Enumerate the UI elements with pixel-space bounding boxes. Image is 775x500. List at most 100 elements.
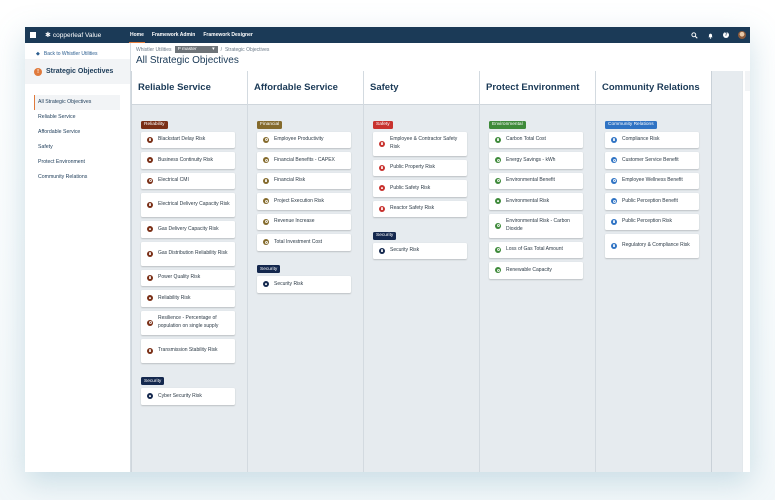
breadcrumb: Whistler Utilities P master ▾ / Strategi… (136, 46, 269, 53)
app-grid-icon[interactable] (25, 31, 41, 39)
objective-label: Public Safety Risk (390, 184, 431, 191)
objective-group: Security Security Risk (257, 257, 354, 293)
objective-card[interactable]: Project Execution Risk (257, 193, 351, 210)
risk-icon (263, 281, 269, 288)
sidebar-section-header: ! Strategic Objectives (25, 59, 130, 84)
calendar-icon[interactable]: ▢ (745, 111, 750, 131)
objective-card[interactable]: Public Safety Risk (373, 180, 467, 197)
leaf-icon: ✱ (45, 32, 51, 39)
objective-card[interactable]: Environmental Benefit (489, 172, 583, 189)
objective-card[interactable]: Energy Savings - kWh (489, 152, 583, 169)
objective-label: Energy Savings - kWh (506, 156, 556, 163)
help-icon[interactable]: ? (722, 31, 730, 39)
objective-card[interactable]: Environmental Risk - Carbon Dioxide (489, 213, 583, 238)
objective-card[interactable]: Regulatory & Compliance Risk (605, 234, 699, 258)
objective-card[interactable]: Public Perception Benefit (605, 193, 699, 210)
objective-group: Environmental Carbon Total Cost Energy Sav… (489, 112, 586, 279)
main-content: Whistler Utilities P master ▾ / Strategi… (131, 43, 750, 472)
bell-icon[interactable] (706, 31, 714, 39)
objective-label: Gas Distribution Reliability Risk (158, 249, 228, 256)
objective-card[interactable]: Public Property Risk (373, 159, 467, 176)
column-title[interactable]: Community Relations (596, 71, 711, 105)
objective-card[interactable]: Financial Risk (257, 172, 351, 189)
objective-card[interactable]: Security Risk (373, 242, 467, 259)
sidebar-item-safety[interactable]: Safety (25, 140, 130, 155)
objective-group: Community Relations Compliance Risk Custom… (605, 112, 702, 258)
objective-card[interactable]: Gas Delivery Capacity Risk (141, 221, 235, 238)
arrow-left-icon: ◆ (36, 51, 40, 57)
objective-label: Compliance Risk (622, 136, 660, 142)
search-icon[interactable] (690, 31, 698, 39)
column-body: Community Relations Compliance Risk Custom… (596, 105, 711, 258)
objective-group: Security Cyber Security Risk (141, 369, 238, 405)
objective-card[interactable]: Reliability Risk (141, 290, 235, 307)
sidebar-item-all-strategic-objectives[interactable]: All Strategic Objectives (34, 95, 120, 110)
objective-card[interactable]: Public Perception Risk (605, 213, 699, 230)
benefit-icon (263, 157, 269, 164)
objective-label: Gas Delivery Capacity Risk (158, 225, 219, 232)
nav-framework-designer[interactable]: Framework Designer (202, 27, 253, 43)
risk-icon (147, 202, 153, 208)
zoom-icon[interactable]: 🔍︎ (745, 131, 750, 151)
app-name: copperleaf Value (52, 31, 102, 39)
objective-card[interactable]: Loss of Gas Total Amount (489, 241, 583, 258)
objective-label: Revenue Increase (274, 218, 315, 224)
objective-card[interactable]: Electrical CMI (141, 172, 235, 189)
brand-logo[interactable]: ✱ copperleaf Value (41, 31, 129, 40)
risk-icon (379, 164, 385, 171)
benefit-icon (495, 157, 501, 164)
sidebar-item-community-relations[interactable]: Community Relations (25, 170, 130, 185)
column-title[interactable]: Affordable Service (248, 71, 363, 105)
benefit-icon (263, 136, 269, 143)
objective-card[interactable]: Electrical Delivery Capacity Risk (141, 193, 235, 217)
breadcrumb-root[interactable]: Whistler Utilities (136, 47, 172, 53)
sidebar-item-affordable-service[interactable]: Affordable Service (25, 125, 130, 140)
sidebar-item-protect-environment[interactable]: Protect Environment (25, 155, 130, 170)
risk-icon (495, 198, 501, 205)
objective-card[interactable]: Employee & Contractor Safety Risk (373, 131, 467, 156)
objective-card[interactable]: Total Investment Cost (257, 234, 351, 251)
objective-card[interactable]: Power Quality Risk (141, 269, 235, 286)
sidebar-list: All Strategic Objectives Reliable Servic… (25, 95, 130, 185)
objective-card[interactable]: Cyber Security Risk (141, 388, 235, 405)
objective-card[interactable]: Resilience - Percentage of population on… (141, 310, 235, 335)
objective-label: Transmission Stability Risk (158, 346, 218, 353)
objective-card[interactable]: Gas Distribution Reliability Risk (141, 241, 235, 266)
column-title[interactable]: Reliable Service (132, 71, 247, 105)
objective-card[interactable]: Financial Benefits - CAPEX (257, 152, 351, 169)
group-tag: Environmental (489, 120, 526, 129)
nav-home[interactable]: Home (129, 27, 145, 43)
branch-selector[interactable]: P master ▾ (174, 46, 218, 53)
objective-card[interactable]: Business Continuity Risk (141, 152, 235, 169)
objective-card[interactable]: Blackstart Delay Risk (141, 131, 235, 148)
group-tag: Security (141, 377, 165, 385)
risk-icon (147, 136, 153, 143)
back-link[interactable]: ◆ Back to Whistler Utilities (25, 43, 130, 59)
column-title[interactable]: Safety (364, 71, 479, 105)
nav-framework-admin[interactable]: Framework Admin (151, 27, 196, 43)
objective-card[interactable]: Security Risk (257, 276, 351, 293)
objective-card[interactable]: Carbon Total Cost (489, 131, 583, 148)
risk-icon (147, 393, 153, 400)
notebook-icon[interactable]: ▆ (745, 91, 750, 111)
column-protect-environment: Protect Environment Environmental Carbon T… (480, 71, 596, 472)
avatar[interactable] (738, 31, 746, 39)
sidebar-item-reliable-service[interactable]: Reliable Service (25, 110, 130, 125)
objective-card[interactable]: Reactor Safety Risk (373, 200, 467, 217)
objective-card[interactable]: Employee Wellness Benefit (605, 172, 699, 189)
risk-icon (379, 185, 385, 192)
objective-label: Public Perception Risk (622, 218, 673, 224)
objective-label: Power Quality Risk (158, 274, 201, 280)
objective-card[interactable]: Compliance Risk (605, 131, 699, 148)
column-affordable-service: Affordable Service Financial Employee Prod… (248, 71, 364, 472)
objective-card[interactable]: Transmission Stability Risk (141, 338, 235, 363)
top-bar: ✱ copperleaf Value Home Framework Admin … (25, 27, 750, 43)
link-icon[interactable]: ⛓ (745, 71, 750, 91)
objective-card[interactable]: Revenue Increase (257, 213, 351, 230)
risk-icon (263, 177, 269, 184)
objective-card[interactable]: Customer Service Benefit (605, 152, 699, 169)
objective-card[interactable]: Environmental Risk (489, 193, 583, 210)
objective-card[interactable]: Employee Productivity (257, 131, 351, 148)
objective-card[interactable]: Renewable Capacity (489, 262, 583, 279)
column-title[interactable]: Protect Environment (480, 71, 595, 105)
